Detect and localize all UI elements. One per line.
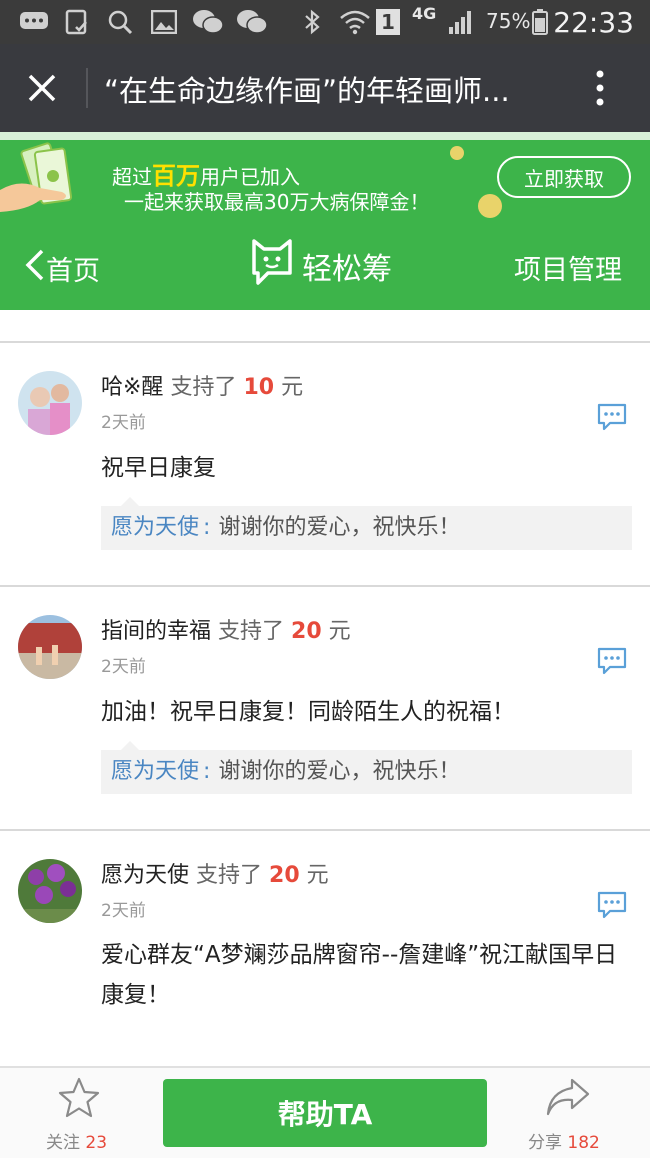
wechat-icon (192, 10, 224, 34)
avatar[interactable] (18, 615, 82, 679)
title-bar: “在生命边缘作画”的年轻画师... (0, 44, 650, 132)
donation-action: 支持了 (218, 619, 285, 644)
home-label: 首页 (46, 255, 100, 287)
sim-badge: 1 (376, 9, 400, 35)
donation-action: 支持了 (170, 375, 237, 400)
get-now-button[interactable]: 立即获取 (497, 156, 631, 198)
donation-amount: 20 (269, 863, 300, 888)
bluetooth-icon (300, 9, 324, 35)
comment-time: 2天前 (101, 901, 146, 921)
comment-time: 2天前 (101, 413, 146, 433)
close-icon[interactable] (18, 64, 66, 112)
comment-text: 加油！祝早日康复！同龄陌生人的祝福！ (101, 699, 515, 725)
reply-box: 愿为天使: 谢谢你的爱心，祝快乐！ (101, 506, 632, 550)
nav-bar: 首页 轻松筹 项目管理 (0, 224, 650, 310)
banner-top-strip (0, 132, 650, 140)
search-icon (106, 10, 134, 35)
currency-unit: 元 (281, 375, 304, 400)
comment-item: 愿为天使 支持了 20 元 2天前 爱心群友“A梦斓莎品牌窗帘--詹建峰”祝江献… (0, 831, 650, 1065)
signal-icon (446, 10, 476, 34)
share-count: 182 (567, 1133, 600, 1153)
share-text: 分享 (528, 1133, 562, 1153)
reply-bubble-icon[interactable] (596, 647, 628, 675)
donor-name[interactable]: 指间的幸福 (101, 619, 211, 644)
status-bar: 1 4G 75% 22:33 (0, 0, 650, 44)
hand-money-icon (0, 140, 90, 224)
wifi-icon (338, 10, 372, 35)
banner-line2: 一起来获取最高30万大病保障金！ (124, 190, 430, 214)
comment-item: 指间的幸福 支持了 20 元 2天前 加油！祝早日康复！同龄陌生人的祝福！ 愿为… (0, 587, 650, 829)
brand-name: 轻松筹 (302, 252, 392, 287)
share-button[interactable]: 分享 182 (526, 1076, 626, 1156)
project-manage-link[interactable]: 项目管理 (514, 248, 622, 287)
comment-text: 祝早日康复 (101, 455, 216, 481)
currency-unit: 元 (306, 863, 329, 888)
donation-amount: 20 (291, 619, 322, 644)
chevron-left-icon (24, 249, 46, 288)
donation-amount: 10 (243, 375, 275, 400)
donor-name[interactable]: 愿为天使 (101, 863, 189, 888)
battery-icon (530, 9, 550, 35)
more-vertical-icon[interactable] (582, 68, 618, 108)
image-icon (150, 10, 178, 34)
help-button[interactable]: 帮助TA (163, 1079, 487, 1147)
follow-count: 23 (85, 1133, 108, 1153)
brand-logo: 轻松筹 (250, 239, 392, 293)
avatar[interactable] (18, 371, 82, 435)
reply-bubble-icon[interactable] (596, 891, 628, 919)
share-label: 分享 182 (528, 1128, 600, 1153)
coin-icon (478, 194, 502, 218)
share-arrow-icon (544, 1076, 592, 1124)
comment-item: 哈※醒 支持了 10 元 2天前 祝早日康复 愿为天使: 谢谢你的爱心，祝快乐！ (0, 343, 650, 585)
wechat-icon (236, 10, 268, 34)
comment-header: 愿为天使 支持了 20 元 (101, 857, 329, 889)
reply-text: 谢谢你的爱心，祝快乐！ (218, 515, 461, 540)
reply-author[interactable]: 愿为天使 (101, 759, 199, 784)
comment-header: 指间的幸福 支持了 20 元 (101, 613, 351, 645)
comment-time: 2天前 (101, 657, 146, 677)
network-type: 4G (412, 4, 437, 23)
follow-text: 关注 (46, 1133, 80, 1153)
reply-bubble-icon[interactable] (596, 403, 628, 431)
chat-bubble-icon (18, 10, 50, 34)
avatar[interactable] (18, 859, 82, 923)
home-back-button[interactable]: 首页 (24, 246, 100, 290)
comment-text: 爱心群友“A梦斓莎品牌窗帘--詹建峰”祝江献国早日康复！ (101, 942, 618, 1008)
reply-box: 愿为天使: 谢谢你的爱心，祝快乐！ (101, 750, 632, 794)
cat-logo-icon (250, 239, 294, 293)
clipboard-check-icon (62, 9, 92, 35)
reply-author[interactable]: 愿为天使 (101, 515, 199, 540)
clock: 22:33 (553, 6, 634, 39)
title-divider (86, 68, 88, 108)
page-title: “在生命边缘作画”的年轻画师... (104, 74, 510, 108)
star-icon (56, 1076, 102, 1124)
reply-colon: : (203, 515, 211, 540)
follow-button[interactable]: 关注 23 (38, 1076, 128, 1156)
reply-colon: : (203, 759, 211, 784)
comment-header: 哈※醒 支持了 10 元 (101, 369, 303, 401)
coin-icon (450, 146, 464, 160)
promo-banner[interactable]: 超过百万用户已加入 一起来获取最高30万大病保障金！ 立即获取 (0, 132, 650, 224)
battery-percent: 75% (486, 9, 531, 33)
currency-unit: 元 (328, 619, 351, 644)
bottom-action-bar: 关注 23 帮助TA 分享 182 (0, 1066, 650, 1158)
donor-name[interactable]: 哈※醒 (101, 375, 163, 400)
follow-label: 关注 23 (46, 1128, 107, 1153)
reply-text: 谢谢你的爱心，祝快乐！ (218, 759, 461, 784)
donation-action: 支持了 (196, 863, 263, 888)
